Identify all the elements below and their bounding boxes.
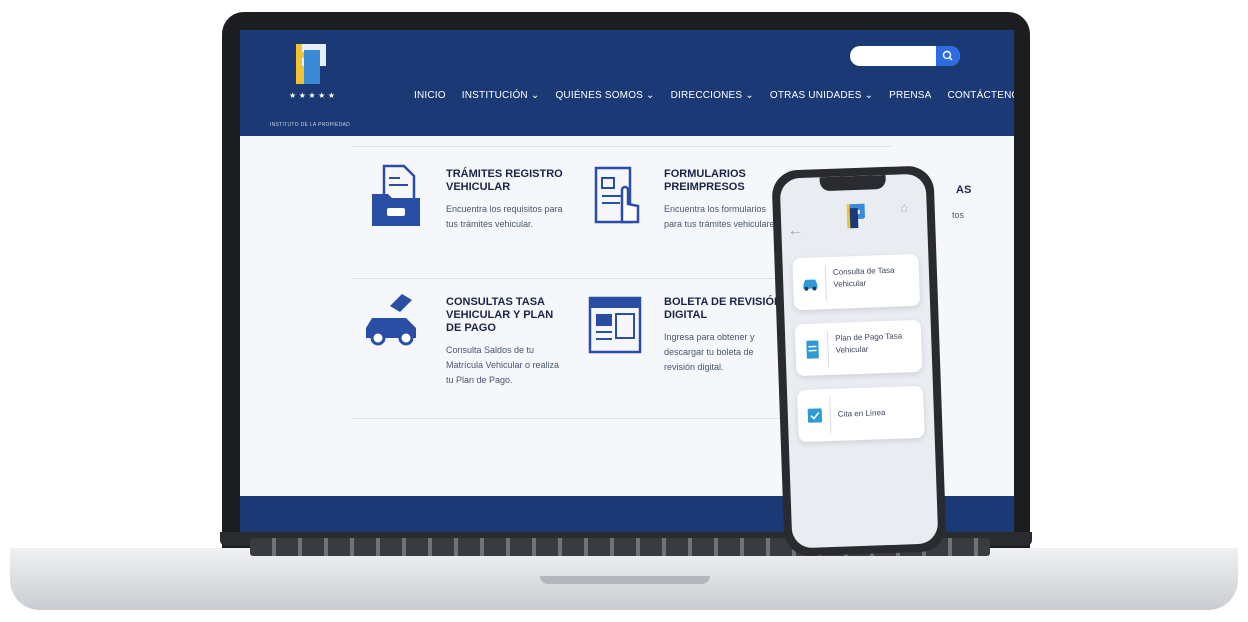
card-title[interactable]: FORMULARIOS PREIMPRESOS (664, 168, 784, 194)
folder-document-car-icon (372, 164, 420, 226)
card-consultas-body: CONSULTAS TASA VEHICULAR Y PLAN DE PAGO … (446, 296, 566, 388)
car-money-icon (366, 294, 416, 346)
separator (826, 331, 830, 368)
laptop-opening-notch (540, 576, 710, 584)
nav-item-prensa[interactable]: PRENSA (889, 90, 931, 101)
phone-item-label: Consulta de Tasa Vehicular (832, 265, 895, 289)
card-description: Encuentra los formularios para tus trámi… (664, 204, 780, 229)
app-logo-icon (846, 203, 866, 229)
phone-item-label: Cita en Línea (837, 408, 886, 419)
search-button[interactable] (936, 46, 960, 66)
card-boleta[interactable] (586, 294, 644, 361)
separator (824, 265, 827, 302)
phone-screen: ← ⌂ Consulta de Tasa Vehicular Plan de P… (779, 173, 939, 549)
chevron-down-icon: ⌄ (745, 90, 754, 101)
card-title-partial[interactable]: AS (956, 184, 996, 197)
card-tramites-body: TRÁMITES REGISTRO VEHICULAR Encuentra lo… (446, 168, 566, 232)
site-header: ★ ★ ★ ★ ★ INSTITUTO DE LA PROPIEDAD INIC… (240, 30, 1014, 136)
phone-item-plan-pago[interactable]: Plan de Pago Tasa Vehicular (794, 319, 923, 377)
card-description: Ingresa para obtener y descargar tu bole… (664, 332, 755, 372)
nav-item-institucion[interactable]: INSTITUCIÓN ⌄ (462, 90, 540, 101)
logo-caption: INSTITUTO DE LA PROPIEDAD (269, 122, 351, 128)
chevron-down-icon: ⌄ (864, 90, 874, 101)
phone-item-consulta-tasa[interactable]: Consulta de Tasa Vehicular (792, 253, 921, 311)
smartphone: ← ⌂ Consulta de Tasa Vehicular Plan de P… (771, 165, 947, 557)
institute-logo-icon[interactable]: ★ ★ ★ ★ ★ (272, 36, 352, 116)
document-icon (806, 340, 819, 359)
nav-item-inicio[interactable]: INICIO (414, 90, 446, 101)
separator (829, 397, 832, 434)
card-formularios-body: FORMULARIOS PREIMPRESOS Encuentra los fo… (664, 168, 784, 232)
back-arrow-icon[interactable]: ← (787, 222, 804, 241)
card-tramites[interactable] (370, 164, 422, 233)
svg-text:★ ★ ★ ★ ★: ★ ★ ★ ★ ★ (289, 91, 335, 100)
form-pointer-icon (594, 166, 640, 224)
divider (352, 146, 892, 147)
home-icon[interactable]: ⌂ (900, 200, 908, 214)
search-icon (942, 50, 953, 61)
chevron-down-icon: ⌄ (530, 90, 540, 101)
nav-item-contactenos[interactable]: CONTÁCTENOS ⌄ (947, 90, 1014, 101)
card-formularios[interactable] (592, 164, 644, 239)
chevron-down-icon: ⌄ (646, 90, 655, 101)
card-description-partial: tos (952, 210, 965, 220)
card-description: Encuentra los requisitos para tus trámit… (446, 204, 563, 229)
main-nav: INICIO INSTITUCIÓN ⌄ QUIÉNES SOMOS ⌄ DIR… (414, 90, 1014, 101)
card-title[interactable]: BOLETA DE REVISIÓN DIGITAL (664, 296, 784, 322)
phone-item-label: Plan de Pago Tasa Vehicular (835, 331, 903, 355)
phone-notch (819, 174, 887, 192)
nav-item-quienes-somos[interactable]: QUIÉNES SOMOS ⌄ (555, 90, 654, 101)
card-consultas[interactable] (360, 290, 424, 351)
phone-item-cita[interactable]: Cita en Línea (796, 385, 925, 443)
card-title[interactable]: CONSULTAS TASA VEHICULAR Y PLAN DE PAGO (446, 296, 566, 335)
card-boleta-body: BOLETA DE REVISIÓN DIGITAL Ingresa para … (664, 296, 784, 375)
revision-ticket-icon (588, 296, 642, 354)
nav-item-direcciones[interactable]: DIRECCIONES ⌄ (671, 90, 754, 101)
card-title[interactable]: TRÁMITES REGISTRO VEHICULAR (446, 168, 566, 194)
car-icon (803, 279, 818, 291)
nav-item-otras-unidades[interactable]: OTRAS UNIDADES ⌄ (770, 90, 873, 101)
calendar-check-icon (807, 408, 823, 423)
card-description: Consulta Saldos de tu Matrícula Vehicula… (446, 345, 560, 385)
